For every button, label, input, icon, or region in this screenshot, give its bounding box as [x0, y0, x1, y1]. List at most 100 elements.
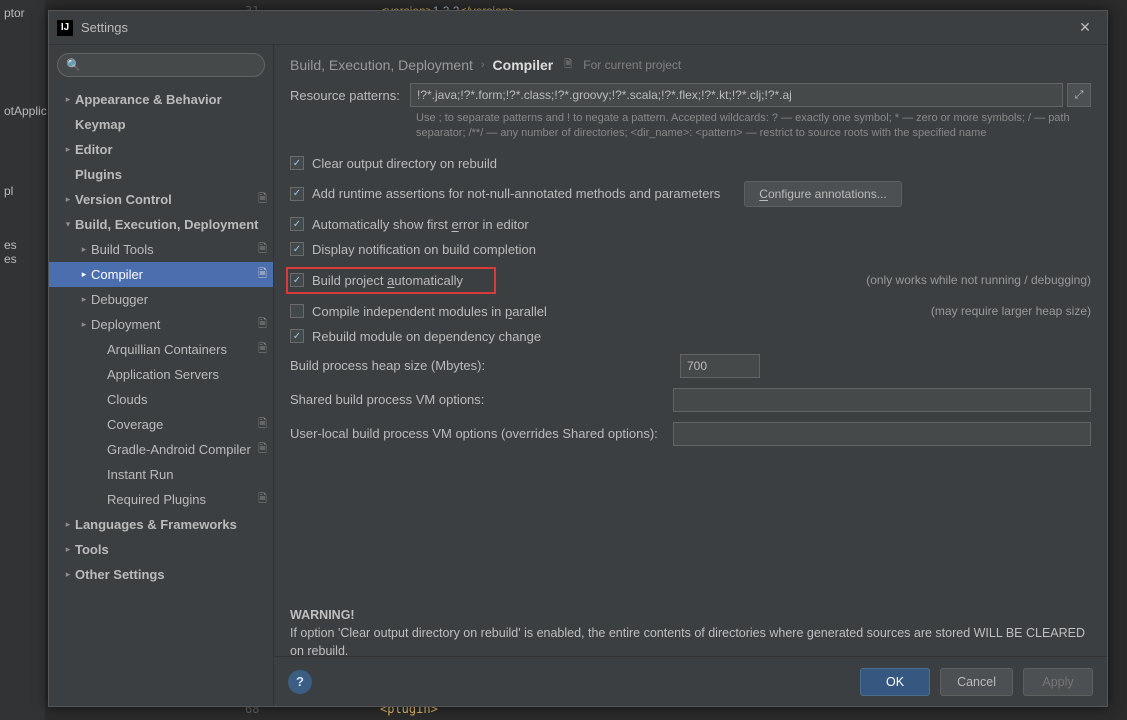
tree-item-editor[interactable]: Editor [49, 137, 273, 162]
breadcrumb-current: Compiler [493, 57, 554, 73]
user-vm-input[interactable] [673, 422, 1091, 446]
settings-main: Build, Execution, Deployment › Compiler … [274, 45, 1107, 706]
project-scope-icon: 🗎 [253, 490, 267, 509]
tree-item-coverage[interactable]: Coverage🗎 [49, 412, 273, 437]
resource-patterns-label: Resource patterns: [290, 88, 410, 103]
heap-size-input[interactable] [680, 354, 760, 378]
resource-patterns-input[interactable] [410, 83, 1063, 107]
settings-sidebar: 🔍 Appearance & Behavior Keymap Editor Plugi… [49, 45, 274, 706]
tree-item-label: Required Plugins [107, 492, 253, 507]
tree-arrow-icon [77, 319, 91, 330]
clear-output-checkbox[interactable]: Clear output directory on rebuild [290, 156, 1091, 171]
tree-item-instant-run[interactable]: Instant Run [49, 462, 273, 487]
search-input[interactable] [85, 58, 256, 72]
tree-item-arquillian-containers[interactable]: Arquillian Containers🗎 [49, 337, 273, 362]
dialog-footer: ? OK Cancel Apply [274, 656, 1107, 706]
tree-item-label: Build Tools [91, 242, 253, 257]
tree-item-plugins[interactable]: Plugins [49, 162, 273, 187]
tree-item-label: Gradle-Android Compiler [107, 442, 253, 457]
project-scope-icon: 🗎 [253, 190, 267, 209]
expand-field-button[interactable]: ⤢ [1067, 83, 1091, 107]
tree-item-label: Instant Run [107, 467, 267, 482]
tree-item-tools[interactable]: Tools [49, 537, 273, 562]
project-scope-icon: 🗎 [253, 415, 267, 434]
tree-arrow-icon [61, 569, 75, 580]
project-scope-icon: 🗎 [253, 315, 267, 334]
tree-item-label: Coverage [107, 417, 253, 432]
checkbox-icon [290, 242, 304, 256]
tree-item-label: Deployment [91, 317, 253, 332]
tree-item-deployment[interactable]: Deployment🗎 [49, 312, 273, 337]
tree-item-build-execution-deployment[interactable]: Build, Execution, Deployment [49, 212, 273, 237]
checkbox-icon [290, 273, 304, 287]
tree-item-other-settings[interactable]: Other Settings [49, 562, 273, 587]
dialog-title: Settings [81, 20, 128, 35]
project-scope-icon: 🗎 [253, 240, 267, 259]
tree-item-clouds[interactable]: Clouds [49, 387, 273, 412]
configure-annotations-button[interactable]: Configure annotations... [744, 181, 901, 207]
tree-item-gradle-android-compiler[interactable]: Gradle-Android Compiler🗎 [49, 437, 273, 462]
tree-item-label: Keymap [75, 117, 267, 132]
tree-arrow-icon [61, 519, 75, 530]
shared-vm-input[interactable] [673, 388, 1091, 412]
project-scope-icon: 🗎 [253, 440, 267, 459]
checkbox-icon [290, 304, 304, 318]
tree-item-label: Arquillian Containers [107, 342, 253, 357]
tree-item-label: Application Servers [107, 367, 267, 382]
tree-arrow-icon [61, 544, 75, 555]
compile-parallel-checkbox[interactable]: Compile independent modules in parallel … [290, 304, 1091, 319]
rebuild-on-dep-change-checkbox[interactable]: Rebuild module on dependency change [290, 329, 1091, 344]
resource-patterns-hint: Use ; to separate patterns and ! to nega… [290, 111, 1091, 142]
titlebar: IJ Settings ✕ [49, 11, 1107, 45]
apply-button[interactable]: Apply [1023, 668, 1093, 696]
tree-item-label: Languages & Frameworks [75, 517, 267, 532]
tree-item-label: Tools [75, 542, 267, 557]
tree-item-appearance-behavior[interactable]: Appearance & Behavior [49, 87, 273, 112]
warning-block: WARNING! If option 'Clear output directo… [290, 606, 1091, 656]
heap-size-label: Build process heap size (Mbytes): [290, 358, 680, 373]
build-automatically-note: (only works while not running / debuggin… [866, 273, 1091, 287]
search-box[interactable]: 🔍 [57, 53, 265, 77]
tree-item-keymap[interactable]: Keymap [49, 112, 273, 137]
tree-item-version-control[interactable]: Version Control🗎 [49, 187, 273, 212]
checkbox-icon [290, 156, 304, 170]
show-first-error-checkbox[interactable]: Automatically show first error in editor [290, 217, 1091, 232]
tree-item-required-plugins[interactable]: Required Plugins🗎 [49, 487, 273, 512]
breadcrumb: Build, Execution, Deployment › Compiler … [274, 45, 1107, 83]
tree-item-label: Editor [75, 142, 267, 157]
chevron-right-icon: › [481, 59, 485, 71]
help-button[interactable]: ? [288, 670, 312, 694]
tree-arrow-icon [77, 294, 91, 305]
compile-parallel-note: (may require larger heap size) [911, 304, 1091, 318]
build-automatically-checkbox[interactable]: Build project automatically [286, 267, 496, 294]
tree-item-label: Debugger [91, 292, 267, 307]
project-scope-label: For current project [583, 58, 681, 72]
tree-arrow-icon [61, 194, 75, 205]
user-vm-label: User-local build process VM options (ove… [290, 426, 673, 441]
warning-body: If option 'Clear output directory on reb… [290, 624, 1091, 656]
tree-arrow-icon [61, 219, 75, 230]
build-notification-checkbox[interactable]: Display notification on build completion [290, 242, 1091, 257]
tree-item-compiler[interactable]: Compiler🗎 [49, 262, 273, 287]
project-scope-icon: 🗎 [561, 58, 575, 72]
tree-item-label: Version Control [75, 192, 253, 207]
project-scope-icon: 🗎 [253, 340, 267, 359]
tree-item-label: Clouds [107, 392, 267, 407]
close-button[interactable]: ✕ [1071, 14, 1099, 42]
tree-item-languages-frameworks[interactable]: Languages & Frameworks [49, 512, 273, 537]
cancel-button[interactable]: Cancel [940, 668, 1013, 696]
tree-item-label: Other Settings [75, 567, 267, 582]
tree-arrow-icon [61, 94, 75, 105]
tree-arrow-icon [77, 244, 91, 255]
tree-item-debugger[interactable]: Debugger [49, 287, 273, 312]
breadcrumb-parent[interactable]: Build, Execution, Deployment [290, 57, 473, 73]
tree-item-label: Plugins [75, 167, 267, 182]
ok-button[interactable]: OK [860, 668, 930, 696]
warning-title: WARNING! [290, 606, 1091, 624]
settings-tree[interactable]: Appearance & Behavior Keymap Editor Plugins… [49, 83, 273, 706]
tree-item-application-servers[interactable]: Application Servers [49, 362, 273, 387]
tree-item-build-tools[interactable]: Build Tools🗎 [49, 237, 273, 262]
tree-item-label: Compiler [91, 267, 253, 282]
checkbox-icon [290, 329, 304, 343]
runtime-assertions-checkbox[interactable]: Add runtime assertions for not-null-anno… [290, 181, 1091, 207]
